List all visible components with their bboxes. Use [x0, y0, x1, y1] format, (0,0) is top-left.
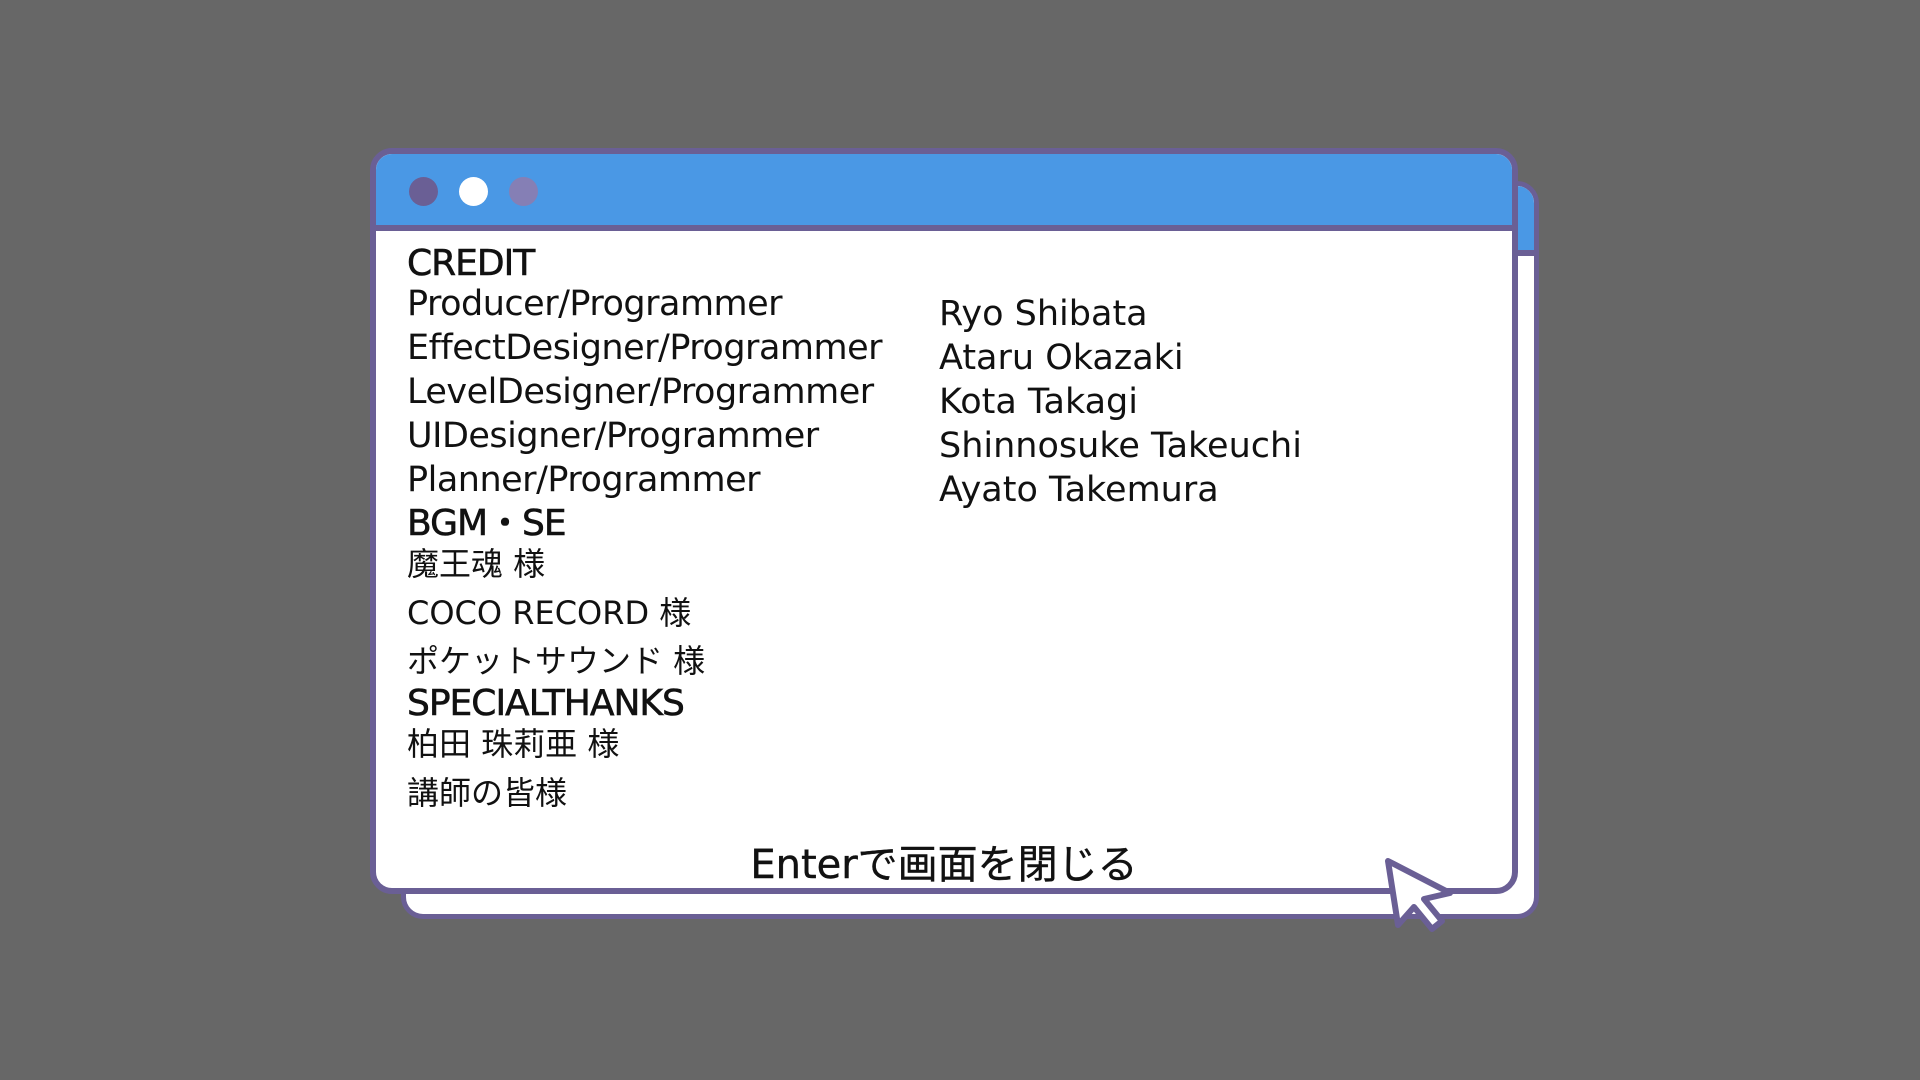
member-name: Shinnosuke Takeuchi — [939, 426, 1302, 466]
special-thanks-heading: SPECIALTHANKS — [407, 683, 685, 724]
close-hint-text: Enterで画面を閉じる — [750, 842, 1138, 888]
role-label: Producer/Programmer — [407, 284, 783, 324]
role-label: EffectDesigner/Programmer — [407, 328, 883, 368]
window-title-bar — [376, 154, 1512, 231]
bgm-credit: ポケットサウンド 様 — [407, 642, 706, 680]
role-label: UIDesigner/Programmer — [407, 416, 819, 456]
thanks-entry: 講師の皆様 — [407, 774, 568, 812]
role-label: Planner/Programmer — [407, 460, 761, 500]
bgm-se-heading: BGM・SE — [407, 503, 567, 544]
window-maximize-dot[interactable] — [509, 177, 538, 206]
member-name: Ataru Okazaki — [939, 338, 1184, 378]
credits-title: CREDIT — [407, 243, 536, 284]
member-name: Ayato Takemura — [939, 470, 1219, 510]
thanks-entry: 柏田 珠莉亜 様 — [407, 725, 620, 763]
role-label: LevelDesigner/Programmer — [407, 372, 874, 412]
window-close-dot[interactable] — [409, 177, 438, 206]
member-name: Kota Takagi — [939, 382, 1138, 422]
credits-window: CREDIT Producer/Programmer EffectDesigne… — [370, 148, 1518, 894]
bgm-credit: 魔王魂 様 — [407, 545, 546, 583]
credits-content: CREDIT Producer/Programmer EffectDesigne… — [376, 231, 1512, 888]
window-minimize-dot[interactable] — [459, 177, 488, 206]
bgm-credit: COCO RECORD 様 — [407, 594, 692, 632]
mouse-pointer-icon — [1385, 858, 1453, 932]
member-name: Ryo Shibata — [939, 294, 1148, 334]
